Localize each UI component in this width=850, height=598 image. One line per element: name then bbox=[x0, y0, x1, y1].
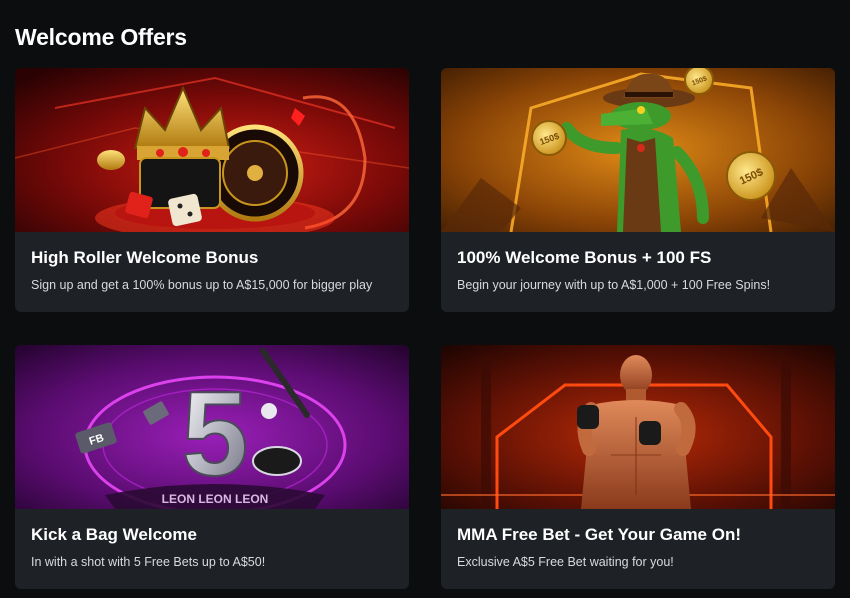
offer-title: 100% Welcome Bonus + 100 FS bbox=[457, 248, 712, 267]
mma-fighter-image bbox=[441, 345, 835, 509]
five-free-bets-image: LEON LEON LEON 5 FB bbox=[15, 345, 409, 509]
welcome-offers-page: Welcome Offers High Roller Welcome Bonus… bbox=[0, 0, 850, 598]
cowboy-crocodile-coins-image: 150$ 150$ 150$ bbox=[441, 68, 835, 232]
offer-description: Exclusive A$5 Free Bet waiting for you! bbox=[457, 555, 674, 569]
offer-title: High Roller Welcome Bonus bbox=[31, 248, 259, 267]
offer-card-kick-a-bag[interactable]: LEON LEON LEON 5 FB Kick a Bag Welcome I… bbox=[15, 345, 409, 589]
offer-description: Sign up and get a 100% bonus up to A$15,… bbox=[31, 278, 373, 292]
crown-roulette-dice-image bbox=[15, 68, 409, 232]
offer-description: Begin your journey with up to A$1,000 + … bbox=[457, 278, 771, 292]
offer-title: Kick a Bag Welcome bbox=[31, 525, 197, 544]
section-title: Welcome Offers bbox=[15, 24, 187, 50]
offers-grid: High Roller Welcome Bonus Sign up and ge… bbox=[15, 68, 835, 589]
offer-title: MMA Free Bet - Get Your Game On! bbox=[457, 525, 742, 544]
big-five-number: 5 bbox=[182, 367, 249, 501]
offer-card-welcome-bonus-fs[interactable]: 150$ 150$ 150$ 100% Welcome Bonus + 100 … bbox=[441, 68, 835, 312]
offer-card-mma-free-bet[interactable]: MMA Free Bet - Get Your Game On! Exclusi… bbox=[441, 345, 835, 589]
offer-description: In with a shot with 5 Free Bets up to A$… bbox=[31, 555, 266, 569]
offer-card-high-roller[interactable]: High Roller Welcome Bonus Sign up and ge… bbox=[15, 68, 409, 312]
